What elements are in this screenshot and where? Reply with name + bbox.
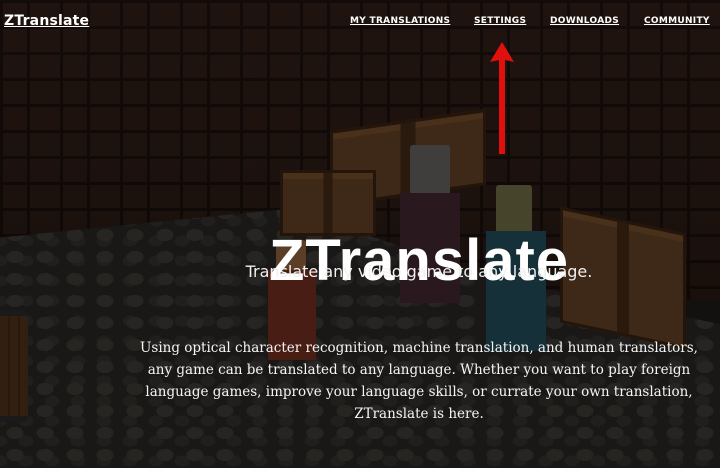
nav-link-downloads[interactable]: DOWNLOADS [550,16,619,26]
nav-link-my-translations[interactable]: MY TRANSLATIONS [350,16,450,26]
nav-links: MY TRANSLATIONS SETTINGS DOWNLOADS COMMU… [0,16,720,30]
red-arrow-annotation-icon [490,42,514,154]
hero-subtitle: Translate any video game to any language… [245,262,593,281]
hero-description: Using optical character recognition, mac… [140,339,698,422]
top-navigation: ZTranslate MY TRANSLATIONS SETTINGS DOWN… [0,0,720,44]
nav-link-settings[interactable]: SETTINGS [474,16,526,26]
hero-title: ZTranslate [268,227,570,293]
nav-link-community[interactable]: COMMUNITY [644,16,710,26]
